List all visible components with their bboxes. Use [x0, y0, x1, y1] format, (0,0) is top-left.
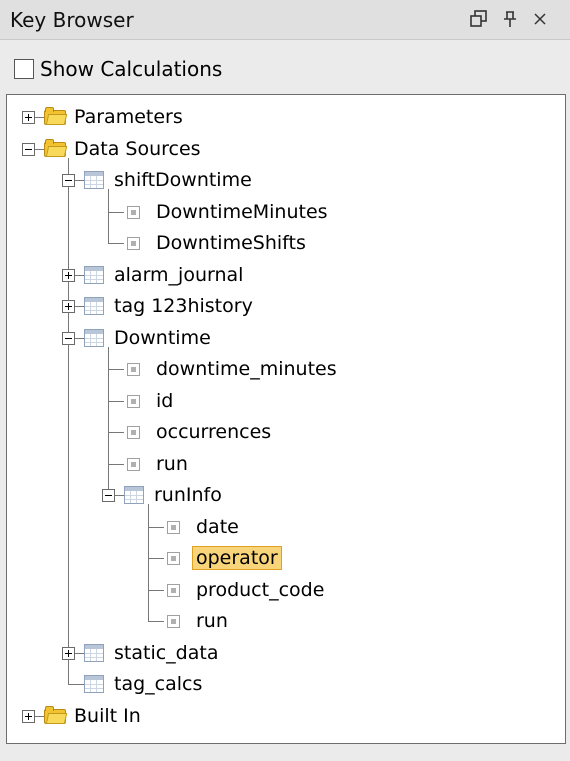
restore-window-icon[interactable] [466, 6, 492, 32]
field-icon [127, 363, 140, 376]
tree-connector [34, 715, 44, 717]
tree-node-id[interactable]: id [156, 389, 173, 413]
tree-connector [108, 463, 124, 465]
tree-node-downtime[interactable]: Downtime [114, 326, 211, 350]
tree-connector [108, 432, 124, 433]
tree-connector [108, 243, 124, 244]
tree-node-run[interactable]: run [196, 609, 228, 633]
tree-node-downtime-minutes[interactable]: downtime_minutes [156, 357, 337, 381]
field-icon [167, 520, 180, 534]
tree-connector [148, 558, 164, 559]
field-icon [167, 615, 180, 628]
tree-connector [34, 148, 44, 150]
show-calculations-checkbox[interactable] [14, 59, 34, 79]
field-icon [127, 237, 140, 250]
tree-connector [74, 306, 84, 307]
tree-connector [34, 117, 44, 118]
tree-node-date[interactable]: date [196, 515, 239, 539]
key-browser-panel: Key Browser Show Calculations Parameters… [0, 0, 570, 761]
field-icon [127, 426, 140, 439]
table-icon [84, 265, 104, 284]
tree-node-shiftdowntime[interactable]: shiftDowntime [114, 168, 252, 192]
tree-connector [148, 504, 149, 621]
expand-toggle-icon[interactable] [22, 709, 35, 723]
expand-toggle-icon[interactable] [62, 300, 75, 313]
table-icon [84, 328, 104, 347]
table-icon [84, 171, 104, 189]
table-icon [84, 297, 104, 315]
tree-connector [148, 621, 164, 622]
tree-connector [148, 526, 164, 528]
tree-node-occurrences[interactable]: occurrences [156, 420, 271, 444]
field-icon [127, 205, 140, 219]
tree-node-alarm-journal[interactable]: alarm_journal [114, 263, 243, 287]
tree-connector [68, 684, 84, 685]
tree-node-runinfo[interactable]: runInfo [154, 483, 222, 507]
panel-titlebar: Key Browser [0, 0, 570, 40]
tree-connector [74, 337, 84, 339]
show-calculations-option[interactable]: Show Calculations [14, 55, 222, 83]
collapse-toggle-icon[interactable] [62, 174, 75, 187]
table-icon [84, 675, 104, 693]
tree-connector [74, 652, 84, 654]
field-icon [127, 394, 140, 408]
collapse-toggle-icon[interactable] [62, 331, 75, 345]
key-tree[interactable]: Parameters Data Sources shiftDowntime Downt… [6, 94, 566, 744]
tree-node-downtimeshifts[interactable]: DowntimeShifts [156, 231, 306, 255]
tree-connector [148, 589, 164, 591]
collapse-toggle-icon[interactable] [102, 489, 115, 502]
tree-connector [108, 400, 124, 402]
tree-connector [68, 157, 69, 684]
expand-toggle-icon[interactable] [62, 268, 75, 282]
pin-icon[interactable] [497, 6, 523, 32]
expand-toggle-icon[interactable] [62, 646, 75, 660]
close-icon[interactable] [527, 6, 553, 32]
field-icon [167, 583, 180, 597]
tree-node-operator[interactable]: operator [192, 546, 282, 570]
field-icon [127, 457, 140, 471]
panel-title: Key Browser [10, 8, 134, 32]
tree-node-data-sources[interactable]: Data Sources [74, 137, 201, 161]
expand-toggle-icon[interactable] [22, 111, 35, 124]
tree-connector [108, 189, 109, 243]
tree-node-static-data[interactable]: static_data [114, 641, 218, 665]
tree-connector [108, 211, 124, 213]
collapse-toggle-icon[interactable] [22, 142, 35, 156]
tree-node-downtimeminutes[interactable]: DowntimeMinutes [156, 200, 328, 224]
show-calculations-label: Show Calculations [40, 57, 223, 81]
folder-icon [44, 107, 68, 125]
tree-connector [74, 274, 84, 276]
tree-connector [108, 369, 124, 370]
table-icon [124, 486, 144, 504]
tree-content: Parameters Data Sources shiftDowntime Downt… [7, 95, 565, 743]
tree-node-run[interactable]: run [156, 452, 188, 476]
tree-connector [74, 180, 84, 181]
tree-node-product-code[interactable]: product_code [196, 578, 324, 602]
tree-connector [114, 495, 124, 496]
table-icon [84, 643, 104, 662]
tree-node-tag-calcs[interactable]: tag_calcs [114, 672, 202, 696]
folder-icon [44, 705, 68, 724]
field-icon [167, 552, 180, 565]
tree-node-tag-123history[interactable]: tag 123history [114, 294, 253, 318]
folder-icon [44, 138, 68, 157]
tree-node-parameters[interactable]: Parameters [74, 105, 183, 129]
tree-node-built-in[interactable]: Built In [74, 704, 141, 728]
